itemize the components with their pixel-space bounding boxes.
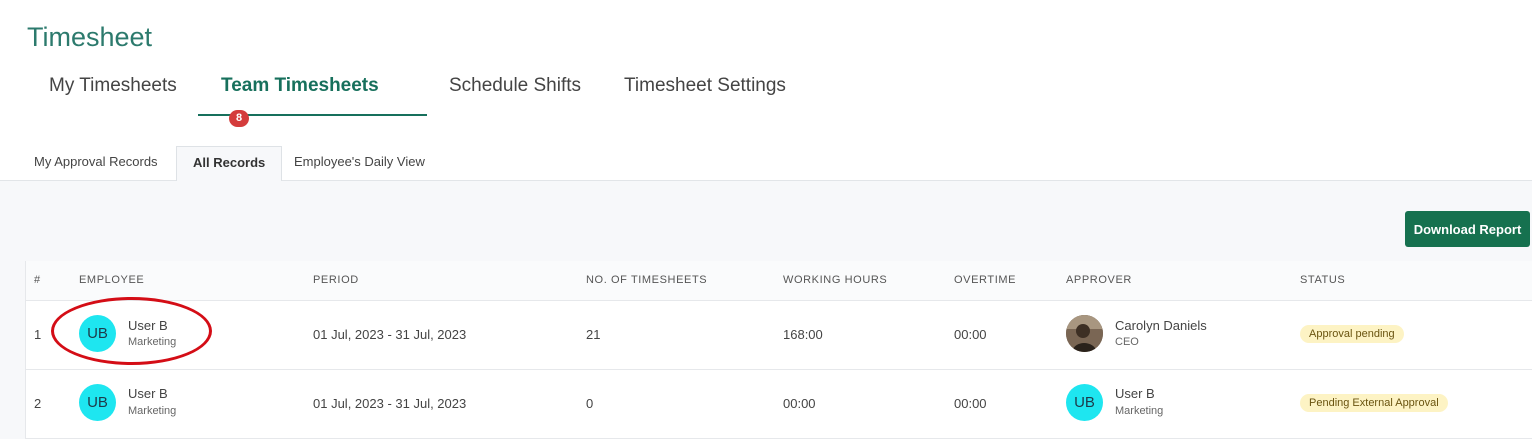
table-row[interactable]: 2 UB User B Marketing 01 Jul, 2023 - 31 …	[26, 370, 1532, 439]
status-badge: Approval pending	[1300, 325, 1404, 343]
col-header-timesheets[interactable]: NO. OF TIMESHEETS	[586, 274, 707, 286]
period-cell: 01 Jul, 2023 - 31 Jul, 2023	[313, 327, 467, 342]
employee-name[interactable]: User B	[128, 318, 168, 333]
approver-avatar[interactable]: UB	[1066, 384, 1103, 421]
col-header-index[interactable]: #	[34, 274, 41, 286]
page-title: Timesheet	[27, 22, 153, 52]
records-table: # EMPLOYEE PERIOD NO. OF TIMESHEETS WORK…	[25, 261, 1532, 439]
timesheets-count: 21	[586, 327, 601, 342]
tab-my-timesheets[interactable]: My Timesheets	[49, 70, 177, 116]
working-hours-cell: 00:00	[783, 396, 816, 411]
employee-name[interactable]: User B	[128, 386, 168, 401]
subtab-my-approval-records[interactable]: My Approval Records	[18, 146, 174, 180]
approver-name[interactable]: User B	[1115, 386, 1155, 401]
status-badge: Pending External Approval	[1300, 394, 1448, 412]
col-header-period[interactable]: PERIOD	[313, 274, 359, 286]
subtab-all-records[interactable]: All Records	[176, 146, 283, 181]
employee-department: Marketing	[128, 336, 177, 348]
overtime-cell: 00:00	[954, 396, 987, 411]
subtab-label: All Records	[193, 155, 266, 170]
approver-role: CEO	[1115, 336, 1139, 348]
subtab-label: My Approval Records	[34, 154, 158, 169]
person-photo-icon	[1066, 315, 1103, 352]
employee-avatar[interactable]: UB	[79, 384, 116, 421]
col-header-overtime[interactable]: OVERTIME	[954, 274, 1016, 286]
employee-avatar[interactable]: UB	[79, 315, 116, 352]
tab-timesheet-settings[interactable]: Timesheet Settings	[624, 70, 786, 116]
overtime-cell: 00:00	[954, 327, 987, 342]
approver-name[interactable]: Carolyn Daniels	[1115, 318, 1207, 333]
row-index: 2	[34, 396, 42, 411]
notification-badge: 8	[229, 110, 250, 127]
tab-schedule-shifts[interactable]: Schedule Shifts	[449, 70, 581, 116]
col-header-status[interactable]: STATUS	[1300, 274, 1345, 286]
subtab-label: Employee's Daily View	[294, 154, 425, 169]
row-index: 1	[34, 327, 42, 342]
main-tabs: My Timesheets Team Timesheets 8 Schedule …	[27, 70, 827, 127]
working-hours-cell: 168:00	[783, 327, 823, 342]
approver-photo-avatar[interactable]	[1066, 315, 1103, 352]
table-row[interactable]: 1 UB User B Marketing 01 Jul, 2023 - 31 …	[26, 301, 1532, 370]
download-report-button[interactable]: Download Report	[1405, 211, 1530, 247]
subtab-employees-daily-view[interactable]: Employee's Daily View	[278, 146, 441, 180]
tab-label: My Timesheets	[49, 75, 177, 96]
period-cell: 01 Jul, 2023 - 31 Jul, 2023	[313, 396, 467, 411]
employee-department: Marketing	[128, 405, 177, 417]
col-header-employee[interactable]: EMPLOYEE	[79, 274, 144, 286]
approver-role: Marketing	[1115, 405, 1164, 417]
table-header: # EMPLOYEE PERIOD NO. OF TIMESHEETS WORK…	[26, 261, 1532, 301]
timesheets-count: 0	[586, 396, 594, 411]
col-header-approver[interactable]: APPROVER	[1066, 274, 1132, 286]
tab-label: Timesheet Settings	[624, 75, 786, 96]
col-header-working-hours[interactable]: WORKING HOURS	[783, 274, 887, 286]
tab-team-timesheets[interactable]: Team Timesheets 8	[198, 70, 427, 127]
tab-label: Team Timesheets	[221, 75, 379, 96]
tab-label: Schedule Shifts	[449, 75, 582, 96]
